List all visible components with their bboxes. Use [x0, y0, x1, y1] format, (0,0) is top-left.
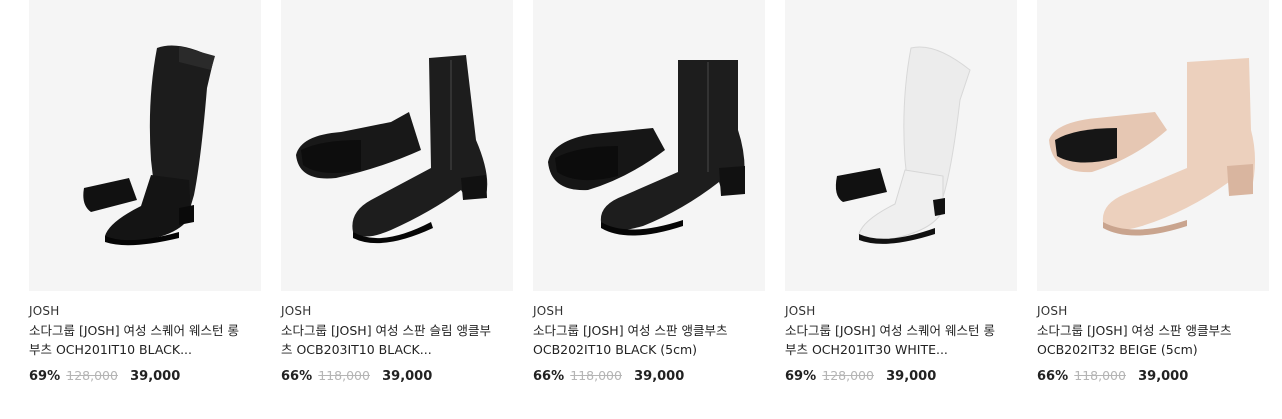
original-price: 128,000 — [822, 368, 874, 383]
product-brand: JOSH — [533, 304, 564, 318]
product-name[interactable]: 소다그룹 [JOSH] 여성 스퀘어 웨스턴 롱부츠 OCH201IT10 BL… — [29, 321, 249, 359]
sale-price: 39,000 — [886, 369, 937, 384]
beige-ankle-boot-image — [1049, 58, 1255, 236]
product-card[interactable]: JOSH 소다그룹 [JOSH] 여성 스퀘어 웨스턴 롱부츠 OCH201IT… — [29, 0, 261, 384]
white-western-long-boot-image — [835, 46, 971, 244]
black-western-long-boot-image — [83, 45, 215, 246]
product-grid: JOSH 소다그룹 [JOSH] 여성 스퀘어 웨스턴 롱부츠 OCH201IT… — [0, 0, 1282, 419]
product-price: 66% 118,000 39,000 — [281, 368, 432, 384]
product-brand: JOSH — [281, 304, 312, 318]
product-name[interactable]: 소다그룹 [JOSH] 여성 스퀘어 웨스턴 롱부츠 OCH201IT30 WH… — [785, 321, 1005, 359]
product-image[interactable] — [281, 0, 513, 291]
discount-rate: 66% — [1037, 369, 1069, 384]
product-price: 69% 128,000 39,000 — [785, 368, 936, 384]
product-card[interactable]: JOSH 소다그룹 [JOSH] 여성 스판 앵클부츠 OCB202IT10 B… — [533, 0, 765, 384]
sale-price: 39,000 — [634, 369, 685, 384]
original-price: 118,000 — [1074, 368, 1126, 383]
discount-rate: 69% — [29, 369, 61, 384]
original-price: 118,000 — [570, 368, 622, 383]
product-brand: JOSH — [785, 304, 816, 318]
sale-price: 39,000 — [382, 369, 433, 384]
product-image[interactable] — [29, 0, 261, 291]
product-name[interactable]: 소다그룹 [JOSH] 여성 스판 슬림 앵클부츠 OCB203IT10 BLA… — [281, 321, 501, 359]
product-price: 69% 128,000 39,000 — [29, 368, 180, 384]
black-slim-ankle-boot-image — [296, 55, 488, 244]
product-name[interactable]: 소다그룹 [JOSH] 여성 스판 앵클부츠 OCB202IT32 BEIGE … — [1037, 321, 1257, 359]
black-ankle-boot-image — [548, 60, 745, 236]
product-card[interactable]: JOSH 소다그룹 [JOSH] 여성 스판 앵클부츠 OCB202IT32 B… — [1037, 0, 1269, 384]
product-image[interactable] — [1037, 0, 1269, 291]
sale-price: 39,000 — [1138, 369, 1189, 384]
product-price: 66% 118,000 39,000 — [533, 368, 684, 384]
discount-rate: 69% — [785, 369, 817, 384]
product-brand: JOSH — [1037, 304, 1068, 318]
product-image[interactable] — [533, 0, 765, 291]
product-brand: JOSH — [29, 304, 60, 318]
product-card[interactable]: JOSH 소다그룹 [JOSH] 여성 스판 슬림 앵클부츠 OCB203IT1… — [281, 0, 513, 384]
product-image[interactable] — [785, 0, 1017, 291]
original-price: 128,000 — [66, 368, 118, 383]
discount-rate: 66% — [533, 369, 565, 384]
sale-price: 39,000 — [130, 369, 181, 384]
product-name[interactable]: 소다그룹 [JOSH] 여성 스판 앵클부츠 OCB202IT10 BLACK … — [533, 321, 753, 359]
product-price: 66% 118,000 39,000 — [1037, 368, 1188, 384]
original-price: 118,000 — [318, 368, 370, 383]
product-card[interactable]: JOSH 소다그룹 [JOSH] 여성 스퀘어 웨스턴 롱부츠 OCH201IT… — [785, 0, 1017, 384]
discount-rate: 66% — [281, 369, 313, 384]
